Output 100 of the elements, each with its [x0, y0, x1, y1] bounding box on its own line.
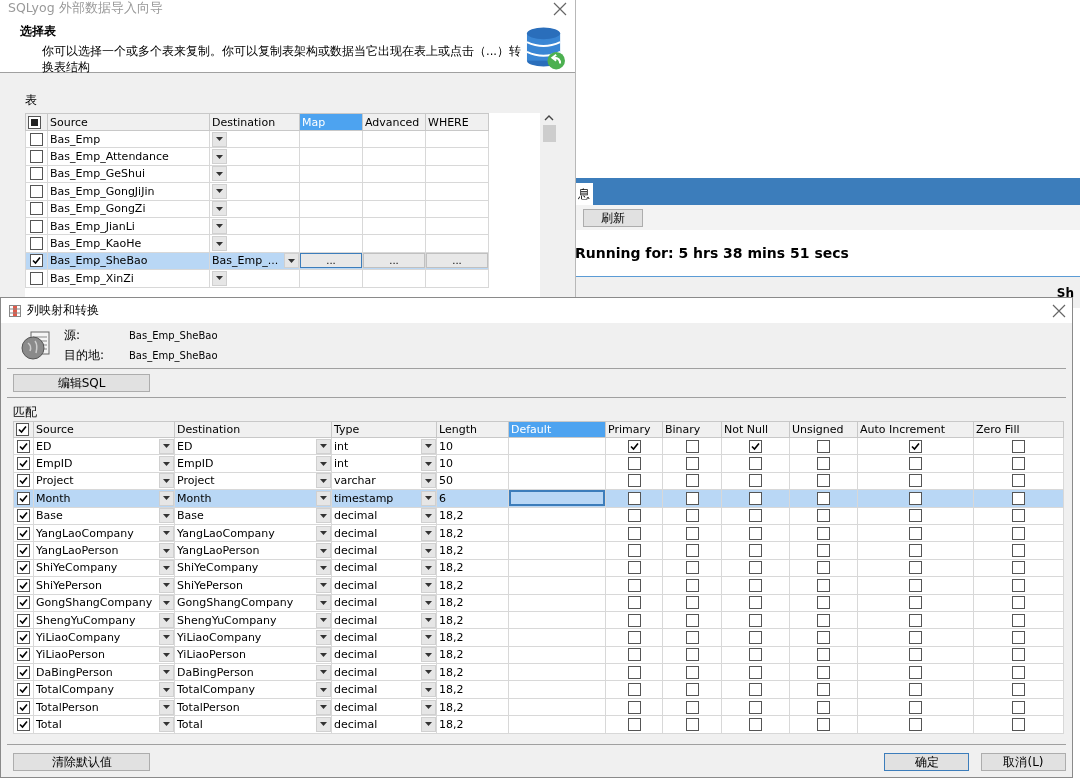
dropdown-button[interactable]: [212, 183, 227, 199]
checkbox[interactable]: [1012, 578, 1025, 592]
checkbox[interactable]: [749, 561, 762, 575]
dialog-button[interactable]: 取消(L): [981, 753, 1066, 771]
column-header[interactable]: Source: [33, 421, 175, 438]
checkbox[interactable]: [17, 491, 30, 505]
checkbox[interactable]: [16, 423, 29, 437]
dropdown-field[interactable]: YangLaoPerson: [34, 542, 174, 559]
checkbox[interactable]: [627, 683, 641, 697]
dropdown-button[interactable]: [159, 664, 174, 680]
table-row[interactable]: YangLaoPerson YangLaoPerson decimal 18,2: [13, 541, 1064, 560]
dropdown-button[interactable]: [212, 218, 227, 234]
checkbox[interactable]: [909, 648, 922, 662]
table-row[interactable]: Bas_Emp_KaoHe: [25, 234, 489, 253]
column-header[interactable]: Auto Increment: [857, 421, 974, 438]
checkbox[interactable]: [17, 683, 30, 697]
ellipsis-button[interactable]: ...: [363, 253, 425, 269]
column-header[interactable]: Unsigned: [789, 421, 858, 438]
dropdown-button[interactable]: [316, 647, 331, 663]
ellipsis-button[interactable]: ...: [300, 253, 362, 269]
dropdown-field[interactable]: decimal: [332, 577, 436, 593]
dropdown-field[interactable]: YiLiaoCompany: [34, 629, 174, 646]
checkbox[interactable]: [17, 717, 30, 731]
dropdown-button[interactable]: [316, 699, 331, 715]
checkbox[interactable]: [17, 561, 30, 575]
table-row[interactable]: ShiYeCompany ShiYeCompany decimal 18,2: [13, 559, 1064, 577]
refresh-button[interactable]: 刷新: [583, 208, 643, 227]
dropdown-button[interactable]: [421, 716, 436, 732]
dropdown-button[interactable]: [421, 438, 436, 454]
column-header[interactable]: Type: [331, 421, 437, 438]
checkbox[interactable]: [817, 613, 830, 627]
checkbox[interactable]: [909, 474, 922, 488]
dropdown-button[interactable]: [316, 473, 331, 489]
dropdown-field[interactable]: YangLaoCompany: [34, 525, 174, 541]
checkbox[interactable]: [685, 700, 699, 714]
checkbox[interactable]: [685, 596, 699, 610]
checkbox[interactable]: [817, 491, 830, 505]
dropdown-button[interactable]: [421, 490, 436, 506]
checkbox[interactable]: [817, 526, 830, 540]
checkbox[interactable]: [749, 526, 762, 540]
checkbox[interactable]: [1012, 491, 1025, 505]
dropdown-field[interactable]: GongShangCompany: [175, 595, 331, 611]
dropdown-button[interactable]: [159, 490, 174, 506]
checkbox[interactable]: [685, 491, 699, 505]
checkbox[interactable]: [627, 700, 641, 714]
dropdown-button[interactable]: [159, 438, 174, 454]
dropdown-button[interactable]: [212, 149, 227, 165]
dropdown-button[interactable]: [159, 630, 174, 645]
dropdown-field[interactable]: decimal: [332, 664, 436, 680]
checkbox[interactable]: [749, 665, 762, 679]
checkbox[interactable]: [1012, 439, 1025, 453]
checkbox[interactable]: [685, 683, 699, 697]
checkbox[interactable]: [30, 184, 43, 198]
dropdown-button[interactable]: [316, 543, 331, 559]
checkbox[interactable]: [909, 717, 922, 731]
checkbox[interactable]: [817, 665, 830, 679]
dropdown-button[interactable]: [159, 473, 174, 489]
checkbox[interactable]: [627, 631, 641, 644]
checkbox[interactable]: [685, 631, 699, 644]
checkbox[interactable]: [627, 665, 641, 679]
checkbox[interactable]: [817, 578, 830, 592]
dropdown-button[interactable]: [421, 612, 436, 628]
table-row[interactable]: TotalPerson TotalPerson decimal 18,2: [13, 698, 1064, 716]
checkbox[interactable]: [749, 717, 762, 731]
dropdown-field[interactable]: Project: [175, 473, 331, 489]
dropdown-field[interactable]: Project: [34, 473, 174, 489]
checkbox[interactable]: [749, 613, 762, 627]
checkbox[interactable]: [685, 544, 699, 558]
checkbox[interactable]: [627, 439, 641, 453]
dropdown-button[interactable]: [421, 456, 436, 472]
dropdown-field[interactable]: timestamp: [332, 490, 436, 507]
dropdown-button[interactable]: [159, 560, 174, 576]
column-header[interactable]: Binary: [662, 421, 722, 438]
checkbox[interactable]: [30, 219, 43, 233]
table-row[interactable]: EmpID EmpID int 10: [13, 454, 1064, 473]
checkbox[interactable]: [17, 700, 30, 714]
table-row[interactable]: TotalCompany TotalCompany decimal 18,2: [13, 680, 1064, 699]
checkbox[interactable]: [28, 115, 41, 129]
checkbox[interactable]: [627, 648, 641, 662]
column-header[interactable]: Not Null: [721, 421, 790, 438]
checkbox[interactable]: [685, 648, 699, 662]
table-row[interactable]: Bas_Emp_XinZi: [25, 269, 489, 287]
table-row[interactable]: ShiYePerson ShiYePerson decimal 18,2: [13, 576, 1064, 594]
dropdown-field[interactable]: YiLiaoPerson: [34, 647, 174, 663]
dropdown-field[interactable]: decimal: [332, 699, 436, 715]
checkbox[interactable]: [1012, 717, 1025, 731]
dropdown-field[interactable]: ShiYeCompany: [175, 560, 331, 576]
dropdown-button[interactable]: [421, 473, 436, 489]
dropdown-button[interactable]: [316, 682, 331, 698]
dropdown-button[interactable]: [316, 630, 331, 645]
checkbox[interactable]: [627, 491, 641, 505]
table-row[interactable]: GongShangCompany GongShangCompany decimal 18,2: [13, 594, 1064, 612]
dropdown-field[interactable]: DaBingPerson: [34, 664, 174, 680]
dropdown-field[interactable]: Base: [175, 508, 331, 524]
checkbox[interactable]: [817, 439, 830, 453]
checkbox[interactable]: [749, 544, 762, 558]
checkbox[interactable]: [30, 202, 43, 216]
checkbox[interactable]: [17, 474, 30, 488]
checkbox[interactable]: [909, 665, 922, 679]
dropdown-field[interactable]: YiLiaoCompany: [175, 629, 331, 646]
